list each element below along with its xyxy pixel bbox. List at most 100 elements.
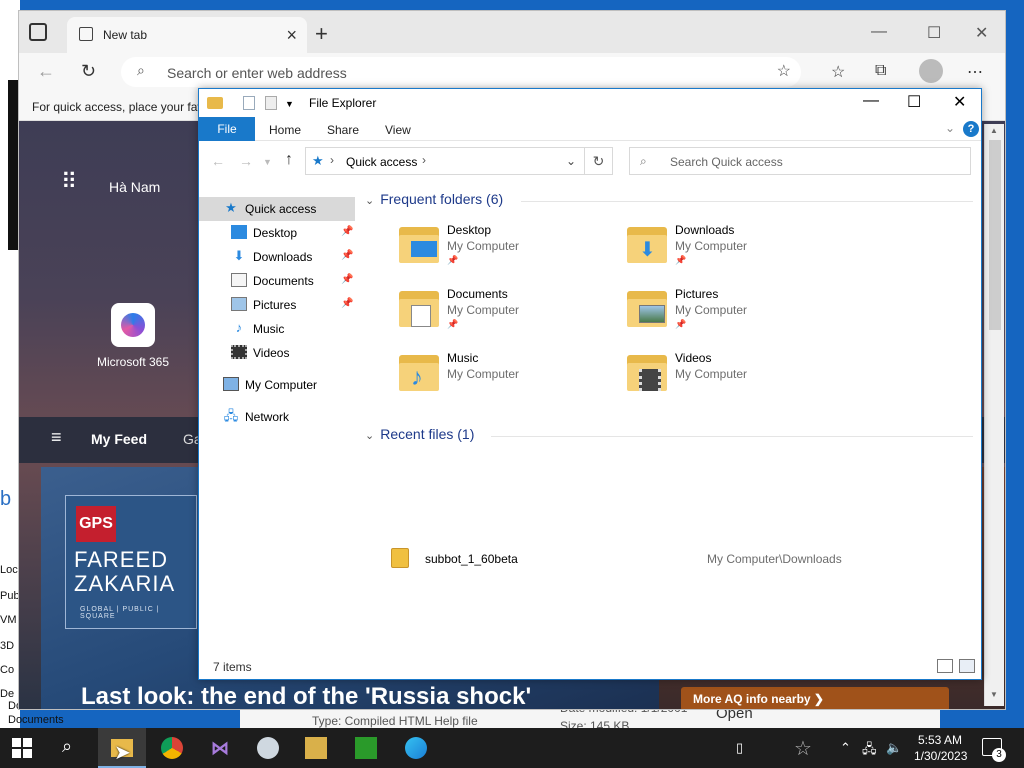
- chm-file-icon: [391, 548, 409, 568]
- forward-icon[interactable]: →: [239, 153, 253, 169]
- maximize-button[interactable]: ☐: [907, 92, 921, 112]
- tab-new-tab[interactable]: New tab ×: [67, 17, 307, 53]
- address-bar[interactable]: ⌕ Search or enter web address ☆: [121, 57, 801, 87]
- desktop-folder-icon: [399, 227, 439, 263]
- film-glyph: [639, 369, 661, 391]
- sidebar-item-downloads[interactable]: ⬇ Downloads 📌: [199, 245, 355, 269]
- folder-downloads[interactable]: ⬇ Downloads My Computer 📌: [589, 223, 809, 283]
- sidebar-item-label: My Computer: [245, 378, 318, 392]
- add-favorite-icon[interactable]: ☆: [777, 61, 791, 81]
- taskbar-archive[interactable]: [292, 728, 340, 768]
- minimize-button[interactable]: —: [863, 92, 879, 110]
- tab-home[interactable]: Home: [269, 123, 301, 137]
- chevron-down-icon[interactable]: ⌄: [566, 154, 576, 168]
- show-hidden-icons-icon[interactable]: ⌃: [840, 740, 851, 756]
- favorites-icon[interactable]: ☆: [831, 62, 845, 82]
- taskbar-bot[interactable]: [342, 728, 390, 768]
- menu-icon[interactable]: ≡: [51, 427, 62, 448]
- refresh-icon[interactable]: ↻: [81, 61, 96, 82]
- close-window-button[interactable]: ✕: [975, 23, 988, 43]
- sidebar-item-network[interactable]: 🖧 Network: [199, 405, 355, 429]
- start-button[interactable]: [12, 738, 32, 758]
- tab-share[interactable]: Share: [327, 123, 359, 137]
- sidebar-item-my-computer[interactable]: My Computer: [199, 373, 355, 397]
- taskbar-edge[interactable]: [392, 728, 440, 768]
- folder-pictures[interactable]: Pictures My Computer 📌: [589, 287, 809, 347]
- search-icon[interactable]: ⌕: [62, 736, 72, 757]
- expand-ribbon-icon[interactable]: ⌄: [945, 121, 955, 135]
- more-options-icon[interactable]: ⋯: [967, 62, 983, 82]
- documents-icon: [231, 273, 247, 287]
- scroll-down-icon[interactable]: ▼: [990, 690, 998, 699]
- star-icon[interactable]: ☆: [794, 736, 812, 761]
- air-quality-button[interactable]: More AQ info nearby ❯: [681, 687, 949, 709]
- recent-locations-icon[interactable]: ▼: [263, 157, 272, 167]
- breadcrumb-separator-icon[interactable]: ›: [330, 153, 334, 167]
- breadcrumb-separator-icon[interactable]: ›: [422, 153, 426, 167]
- search-input[interactable]: ⌕ Search Quick access: [629, 147, 971, 175]
- microsoft-365-tile[interactable]: [111, 303, 155, 347]
- network-icon[interactable]: 🖧: [862, 740, 877, 762]
- sidebar-item-quick-access[interactable]: ★ Quick access: [199, 197, 355, 221]
- sidebar-item-documents[interactable]: Documents 📌: [199, 269, 355, 293]
- sidebar-item-pictures[interactable]: Pictures 📌: [199, 293, 355, 317]
- sidebar-item-music[interactable]: ♪ Music: [199, 317, 355, 341]
- close-window-button[interactable]: ✕: [953, 92, 966, 112]
- tab-my-feed[interactable]: My Feed: [91, 431, 147, 447]
- sidebar-item-label: Pictures: [253, 298, 297, 312]
- profile-avatar[interactable]: [919, 59, 943, 83]
- scroll-thumb[interactable]: [989, 140, 1001, 330]
- microsoft-365-icon: [121, 313, 145, 337]
- tab-file[interactable]: File: [199, 117, 255, 141]
- weather-location[interactable]: Hà Nam: [109, 179, 160, 195]
- maximize-button[interactable]: ☐: [927, 23, 941, 43]
- scroll-up-icon[interactable]: ▲: [990, 126, 998, 135]
- details-view-icon[interactable]: [937, 659, 953, 673]
- recent-file-row[interactable]: subbot_1_60beta My Computer\Downloads: [391, 548, 951, 570]
- folder-documents[interactable]: Documents My Computer 📌: [361, 287, 581, 347]
- back-icon[interactable]: ←: [37, 61, 55, 82]
- up-icon[interactable]: ↑: [285, 151, 293, 169]
- clock[interactable]: 5:53 AM 1/30/2023: [914, 732, 967, 764]
- sidebar-item-desktop[interactable]: Desktop 📌: [199, 221, 355, 245]
- star-icon: ★: [312, 153, 324, 168]
- back-icon[interactable]: ←: [211, 153, 225, 169]
- minimize-button[interactable]: —: [871, 23, 887, 41]
- folder-videos[interactable]: Videos My Computer: [589, 351, 809, 411]
- background-text-fragment: Loc: [0, 564, 18, 576]
- frequent-folders-header[interactable]: ⌄ Frequent folders (6): [365, 191, 503, 207]
- taskbar-app-icon[interactable]: ▯: [736, 740, 743, 756]
- taskbar-chrome[interactable]: [148, 728, 196, 768]
- tab-view[interactable]: View: [385, 123, 411, 137]
- tab-actions-icon[interactable]: [29, 23, 47, 41]
- gps-badge: GPS: [76, 506, 116, 542]
- gps-logo-panel: GPS FAREED ZAKARIA GLOBAL | PUBLIC | SQU…: [65, 495, 197, 629]
- collections-icon[interactable]: ⧉: [875, 62, 886, 80]
- large-icons-view-icon[interactable]: [959, 659, 975, 673]
- news-headline[interactable]: Last look: the end of the 'Russia shock': [81, 683, 531, 709]
- taskbar-paint[interactable]: [244, 728, 292, 768]
- refresh-button[interactable]: ↻: [585, 147, 613, 175]
- page-scrollbar[interactable]: ▲ ▼: [984, 124, 1004, 706]
- help-icon[interactable]: ?: [963, 121, 979, 137]
- desktop-icon: [231, 225, 247, 239]
- pin-icon: 📌: [675, 319, 687, 329]
- folder-name: Downloads: [675, 223, 735, 237]
- recent-files-header[interactable]: ⌄ Recent files (1): [365, 426, 474, 442]
- quick-access-toolbar-dropdown-icon[interactable]: ▼: [285, 99, 294, 109]
- background-text-fragment: De: [0, 688, 15, 700]
- sidebar-item-videos[interactable]: Videos: [199, 341, 355, 365]
- folder-desktop[interactable]: Desktop My Computer 📌: [361, 223, 581, 283]
- new-tab-button[interactable]: +: [315, 21, 328, 47]
- pin-icon: 📌: [675, 255, 687, 265]
- properties-icon[interactable]: [243, 96, 255, 110]
- taskbar-visual-studio[interactable]: ⋈: [196, 728, 244, 768]
- apps-grid-icon[interactable]: ⠿: [61, 169, 77, 195]
- address-bar[interactable]: ★ › Quick access › ⌄: [305, 147, 585, 175]
- breadcrumb-quick-access[interactable]: Quick access: [346, 155, 417, 169]
- close-tab-icon[interactable]: ×: [286, 25, 297, 46]
- folder-music[interactable]: ♪ Music My Computer: [361, 351, 581, 411]
- sidebar-item-label: Documents: [253, 274, 314, 288]
- new-folder-icon[interactable]: [265, 96, 277, 110]
- volume-icon[interactable]: 🔈: [886, 740, 902, 756]
